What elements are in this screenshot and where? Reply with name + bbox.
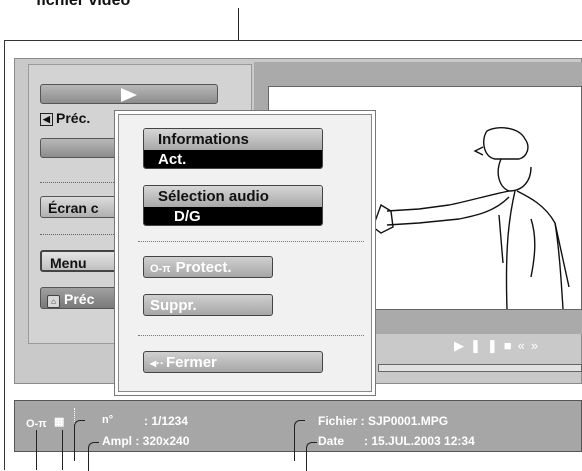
delete-button[interactable]: Suppr.	[143, 294, 273, 316]
file-name: Fichier : SJP0001.MPG	[318, 414, 449, 428]
protect-button[interactable]: O-π Protect.	[143, 256, 273, 278]
home-icon: ⌂	[47, 295, 60, 308]
information-toggle[interactable]: Informations Act.	[143, 128, 323, 169]
play-icon[interactable]: ▶	[454, 338, 470, 353]
information-title: Informations	[144, 129, 322, 150]
delete-label: Suppr.	[150, 297, 197, 314]
file-number-icon: n°	[102, 414, 114, 426]
callout-line	[306, 442, 317, 471]
callout-line	[294, 420, 305, 461]
separator	[138, 241, 364, 242]
file-date: Date : 15.JUL.2003 12:34	[318, 434, 475, 448]
prev-link[interactable]: ◀ Préc.	[40, 110, 90, 126]
play-button[interactable]	[40, 84, 218, 104]
information-value: Act.	[144, 150, 322, 168]
menu-button-label: Menu	[50, 255, 87, 271]
callout-line	[62, 430, 63, 470]
separator	[138, 335, 364, 336]
audio-selection-value: D/G	[144, 207, 322, 225]
film-icon: ▦	[54, 416, 65, 428]
screen-button-label: Écran c	[48, 200, 99, 216]
callout-line	[74, 420, 85, 461]
protect-status-icon: O-π	[26, 418, 47, 430]
callout-line	[88, 442, 99, 471]
key-icon: O-π	[150, 263, 171, 275]
audio-selection-title: Sélection audio	[144, 186, 322, 207]
audio-selection-toggle[interactable]: Sélection audio D/G	[143, 185, 323, 226]
play-icon	[121, 88, 137, 102]
protect-label: Protect.	[175, 259, 232, 276]
callout-caption: fichier vidéo	[36, 0, 131, 9]
pause-icon[interactable]: ❚❚	[470, 338, 504, 353]
rewind-icon[interactable]: «	[518, 338, 531, 353]
arrow-left-icon: ◀	[40, 113, 53, 126]
close-button[interactable]: ◂·· Fermer	[143, 351, 323, 373]
callout-line	[36, 430, 37, 470]
close-label: Fermer	[166, 354, 217, 371]
close-icon: ◂··	[150, 356, 165, 370]
previous-button-label: Préc	[64, 291, 95, 307]
prev-label: Préc.	[56, 110, 91, 126]
progress-bar[interactable]	[378, 364, 582, 372]
fast-forward-icon[interactable]: »	[531, 338, 544, 353]
stop-icon[interactable]: ■	[504, 338, 518, 353]
playback-controls: ▶❚❚■«»	[454, 338, 544, 354]
image-size: Ampl : 320x240	[102, 434, 190, 448]
file-number: : 1/1234	[144, 414, 189, 428]
